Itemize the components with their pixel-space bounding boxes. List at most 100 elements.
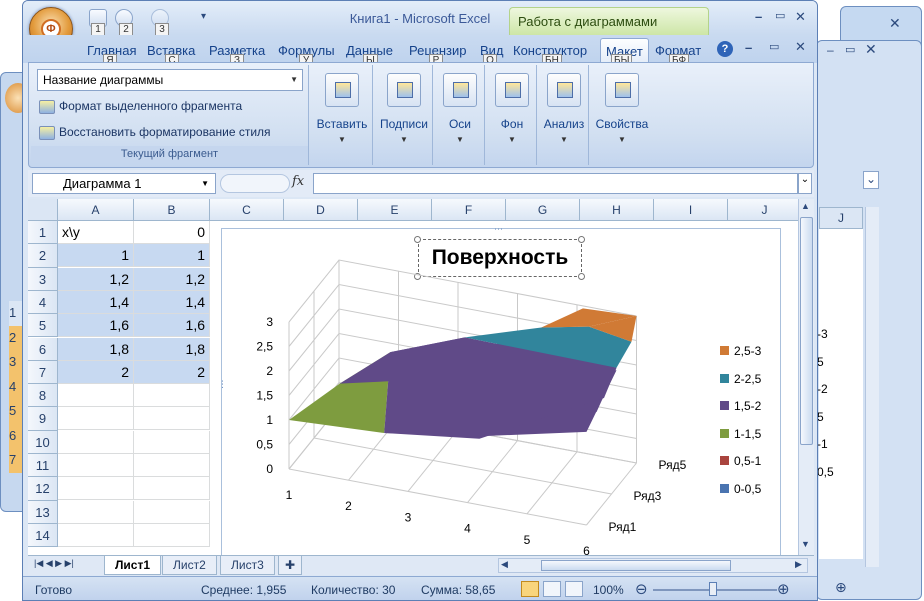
cell[interactable] (134, 430, 210, 454)
vertical-scrollbar[interactable]: ▲ ▼ (798, 199, 814, 555)
expand-formula-bar-icon[interactable]: ⌄ (798, 173, 812, 194)
labels-button[interactable]: Подписи ▼ (375, 69, 433, 144)
cell[interactable] (58, 407, 134, 431)
chart-element-select[interactable]: Название диаграммы ▼ (37, 69, 303, 91)
bg-mid-vscroll[interactable] (865, 207, 879, 567)
legend-entry[interactable]: 0-0,5 (720, 482, 761, 498)
cell[interactable]: 1,4 (58, 290, 134, 314)
bg-mid-collapse-icon[interactable]: ⌄ (863, 171, 879, 189)
insert-sheet-icon[interactable]: ✚ (278, 556, 303, 575)
cell[interactable] (58, 523, 134, 547)
cell[interactable]: 1,2 (134, 267, 210, 291)
select-all-corner[interactable] (28, 199, 58, 221)
cell[interactable] (58, 430, 134, 454)
minimize-icon[interactable]: – (755, 9, 762, 24)
hscroll-right-icon[interactable]: ▶ (795, 559, 802, 570)
column-header[interactable]: E (358, 199, 432, 221)
scroll-down-icon[interactable]: ▼ (801, 539, 810, 549)
cell[interactable]: 2 (134, 360, 210, 384)
row-header[interactable]: 3 (28, 267, 58, 291)
row-header[interactable]: 1 (28, 221, 58, 245)
cell[interactable]: 1 (134, 244, 210, 268)
row-header[interactable]: 2 (28, 244, 58, 268)
axes-button[interactable]: Оси ▼ (435, 69, 485, 144)
cell[interactable]: 1,8 (58, 337, 134, 361)
chevron-down-icon[interactable]: ▼ (201, 179, 209, 188)
cell[interactable]: 1 (58, 244, 134, 268)
reset-style-button[interactable]: Восстановить форматирование стиля (39, 125, 271, 140)
zoom-out-icon[interactable]: ⊖ (635, 580, 648, 598)
row-header[interactable]: 4 (28, 290, 58, 315)
cell[interactable] (134, 477, 210, 501)
column-header[interactable]: I (654, 199, 728, 221)
page-break-view-icon[interactable] (565, 581, 583, 597)
column-header[interactable]: B (134, 199, 210, 221)
cell[interactable] (134, 384, 210, 408)
bg-mid-restore-icon[interactable]: ▭ (845, 43, 855, 56)
formula-input[interactable] (313, 173, 798, 194)
column-header[interactable]: H (580, 199, 654, 221)
insert-button[interactable]: Вставить ▼ (313, 69, 371, 144)
cell[interactable] (58, 477, 134, 501)
normal-view-icon[interactable] (521, 581, 539, 597)
cell[interactable] (58, 500, 134, 524)
background-window-mid[interactable]: – ▭ ✕ ⌄ J -3 5 -2 5 -1 0,5 ⊕ (816, 40, 922, 600)
legend-entry[interactable]: 0,5-1 (720, 454, 761, 470)
properties-button[interactable]: Свойства ▼ (593, 69, 651, 144)
format-selection-button[interactable]: Формат выделенного фрагмента (39, 99, 242, 114)
analysis-button[interactable]: Анализ ▼ (539, 69, 589, 144)
chevron-down-icon[interactable]: ▼ (290, 75, 298, 84)
hscroll-thumb[interactable] (541, 560, 731, 571)
page-layout-view-icon[interactable] (543, 581, 561, 597)
cell[interactable] (134, 523, 210, 547)
legend-entry[interactable]: 1,5-2 (720, 399, 761, 415)
row-header[interactable]: 9 (28, 407, 58, 431)
column-header[interactable]: J (728, 199, 798, 221)
column-header[interactable]: D (284, 199, 358, 221)
worksheet-grid[interactable]: ABCDEFGHIJ 1 2 3 4 5 6 7 8 9 10 11 12 13 14 x\y 0 1 1 1,2… (28, 199, 798, 555)
cell[interactable] (58, 454, 134, 477)
legend-entry[interactable]: 1-1,5 (720, 427, 761, 443)
background-button[interactable]: Фон ▼ (487, 69, 537, 144)
cell[interactable]: 0 (134, 221, 210, 244)
bg-mid-minimize-icon[interactable]: – (827, 43, 834, 57)
legend-entry[interactable]: 2,5-3 (720, 344, 761, 360)
horizontal-scrollbar[interactable]: ◀ ▶ (498, 558, 808, 573)
zoom-slider-thumb[interactable] (709, 582, 717, 596)
formula-bar-resize-handle[interactable] (220, 174, 290, 193)
help-icon[interactable]: ? (717, 41, 733, 57)
cell[interactable] (58, 384, 134, 408)
insert-function-icon[interactable]: fx (292, 174, 304, 189)
cell[interactable]: 1,4 (134, 290, 210, 314)
row-header[interactable]: 5 (28, 314, 58, 338)
bg-back-close-icon[interactable]: ✕ (889, 15, 901, 32)
cell[interactable]: 2 (58, 360, 134, 384)
cell[interactable]: 1,6 (134, 314, 210, 338)
column-header[interactable]: G (506, 199, 580, 221)
cell[interactable]: 1,6 (58, 314, 134, 338)
excel-window[interactable]: Книга1 - Microsoft Excel Работа с диагра… (22, 0, 818, 601)
sheet-tab-3[interactable]: Лист3 (220, 556, 275, 575)
cell[interactable]: 1,8 (134, 337, 210, 361)
cell[interactable]: 1,2 (58, 267, 134, 291)
row-header[interactable]: 13 (28, 500, 58, 524)
sheet-tab-2[interactable]: Лист2 (162, 556, 217, 575)
column-header[interactable]: C (210, 199, 284, 221)
cell[interactable]: x\y (58, 221, 134, 244)
scroll-thumb[interactable] (800, 217, 813, 445)
row-header[interactable]: 7 (28, 360, 58, 385)
first-sheet-icon[interactable]: |◀ ◀ ▶ ▶| (34, 558, 74, 569)
row-header[interactable]: 11 (28, 454, 58, 478)
row-header[interactable]: 8 (28, 384, 58, 408)
workbook-minimize-icon[interactable]: – (745, 40, 752, 55)
name-box[interactable]: Диаграмма 1 ▼ (32, 173, 216, 194)
sheet-tab-1[interactable]: Лист1 (104, 556, 162, 575)
zoom-in-icon[interactable]: ⊕ (777, 580, 790, 598)
zoom-level[interactable]: 100% (593, 583, 624, 597)
cell[interactable] (134, 454, 210, 477)
legend-entry[interactable]: 2-2,5 (720, 372, 761, 388)
workbook-close-icon[interactable]: ✕ (795, 39, 806, 55)
bg-mid-zoom-in-icon[interactable]: ⊕ (835, 579, 847, 596)
restore-icon[interactable]: ▭ (775, 9, 785, 22)
hscroll-left-icon[interactable]: ◀ (501, 559, 508, 570)
